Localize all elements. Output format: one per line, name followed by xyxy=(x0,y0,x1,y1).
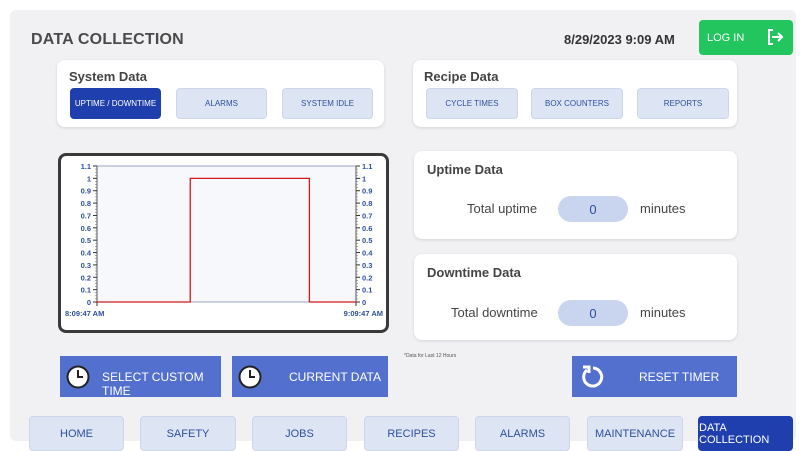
y-tick-label-right: 0.6 xyxy=(362,224,372,233)
y-tick-label-left: 0.3 xyxy=(81,261,91,270)
plot-area xyxy=(96,165,357,303)
y-tick-label-right: 0.5 xyxy=(362,236,372,245)
uptime-chart-svg: 0 0 0.1 0.1 0.2 0.2 0.3 0.3 0.4 0.4 0.5 0.5 0.6 0.6 0.… xyxy=(65,162,383,318)
y-tick-label-right: 0.8 xyxy=(362,199,372,208)
y-tick-label-right: 0.7 xyxy=(362,211,372,220)
clock-icon xyxy=(66,365,90,392)
total-downtime-value: 0 xyxy=(558,300,628,326)
system-data-card: System Data UPTIME / DOWNTIME ALARMS SYS… xyxy=(57,60,384,127)
system-idle-button[interactable]: SYSTEM IDLE xyxy=(282,88,373,119)
y-tick-label-left: 1.1 xyxy=(81,162,91,171)
data-range-note: *Data for Last 12 Hours xyxy=(404,353,457,359)
downtime-unit: minutes xyxy=(640,305,686,320)
total-uptime-label: Total uptime xyxy=(467,201,538,216)
reset-icon xyxy=(580,364,606,393)
y-tick-label-right: 1.1 xyxy=(362,162,372,171)
cycle-times-button[interactable]: CYCLE TIMES xyxy=(426,88,518,119)
alarms-button[interactable]: ALARMS xyxy=(176,88,267,119)
y-tick-label-right: 0.9 xyxy=(362,187,372,196)
y-tick-label-right: 0.4 xyxy=(362,249,373,258)
select-custom-time-label: SELECT CUSTOM TIME xyxy=(102,370,204,398)
recipe-data-title: Recipe Data xyxy=(424,69,499,84)
y-tick-label-left: 0 xyxy=(87,298,91,307)
box-counters-button[interactable]: BOX COUNTERS xyxy=(531,88,623,119)
uptime-data-card: Uptime Data Total uptime 0 minutes xyxy=(414,151,737,239)
uptime-chart: 0 0 0.1 0.1 0.2 0.2 0.3 0.3 0.4 0.4 0.5 0.5 0.6 0.6 0.… xyxy=(58,153,389,333)
recipe-data-card: Recipe Data CYCLE TIMES BOX COUNTERS REP… xyxy=(413,60,737,127)
x-tick-label-start: 8:09:47 AM xyxy=(65,309,104,318)
system-data-title: System Data xyxy=(69,69,148,84)
uptime-data-title: Uptime Data xyxy=(427,162,503,177)
y-tick-label-left: 0.9 xyxy=(81,187,91,196)
total-downtime-label: Total downtime xyxy=(451,305,538,320)
uptime-unit: minutes xyxy=(640,201,686,216)
nav-recipes[interactable]: RECIPES xyxy=(364,416,459,451)
nav-maintenance[interactable]: MAINTENANCE xyxy=(587,416,683,451)
total-uptime-value: 0 xyxy=(558,196,628,222)
reports-button[interactable]: REPORTS xyxy=(637,88,729,119)
y-tick-label-left: 0.8 xyxy=(81,199,91,208)
y-tick-label-left: 1 xyxy=(87,174,91,183)
downtime-data-title: Downtime Data xyxy=(427,265,521,280)
login-icon xyxy=(765,27,785,50)
y-tick-label-right: 0.3 xyxy=(362,261,372,270)
current-data-button[interactable]: CURRENT DATA xyxy=(232,356,388,397)
uptime-downtime-button[interactable]: UPTIME / DOWNTIME xyxy=(70,88,161,119)
reset-timer-button[interactable]: RESET TIMER xyxy=(572,356,737,397)
nav-data-collection[interactable]: DATA COLLECTION xyxy=(698,416,793,451)
y-tick-label-right: 1 xyxy=(362,174,366,183)
reset-timer-label: RESET TIMER xyxy=(639,370,720,384)
downtime-data-card: Downtime Data Total downtime 0 minutes xyxy=(414,254,737,340)
nav-alarms[interactable]: ALARMS xyxy=(475,416,570,451)
y-tick-label-right: 0.2 xyxy=(362,273,372,282)
nav-safety[interactable]: SAFETY xyxy=(140,416,236,451)
x-tick-label-end: 9:09:47 AM xyxy=(344,309,383,318)
y-tick-label-right: 0.1 xyxy=(362,286,372,295)
y-tick-label-left: 0.5 xyxy=(81,236,91,245)
nav-jobs[interactable]: JOBS xyxy=(252,416,347,451)
nav-home[interactable]: HOME xyxy=(29,416,124,451)
login-button[interactable]: LOG IN xyxy=(699,20,793,55)
datetime-display: 8/29/2023 9:09 AM xyxy=(564,32,675,47)
y-tick-label-left: 0.7 xyxy=(81,211,91,220)
page-title: DATA COLLECTION xyxy=(31,31,184,48)
y-tick-label-right: 0 xyxy=(362,298,366,307)
y-tick-label-left: 0.2 xyxy=(81,273,91,282)
login-label: LOG IN xyxy=(707,31,745,44)
clock-icon xyxy=(238,365,262,392)
y-tick-label-left: 0.4 xyxy=(81,249,92,258)
select-custom-time-button[interactable]: SELECT CUSTOM TIME xyxy=(60,356,221,398)
y-tick-label-left: 0.6 xyxy=(81,224,91,233)
current-data-label: CURRENT DATA xyxy=(289,370,382,384)
y-tick-label-left: 0.1 xyxy=(81,286,91,295)
